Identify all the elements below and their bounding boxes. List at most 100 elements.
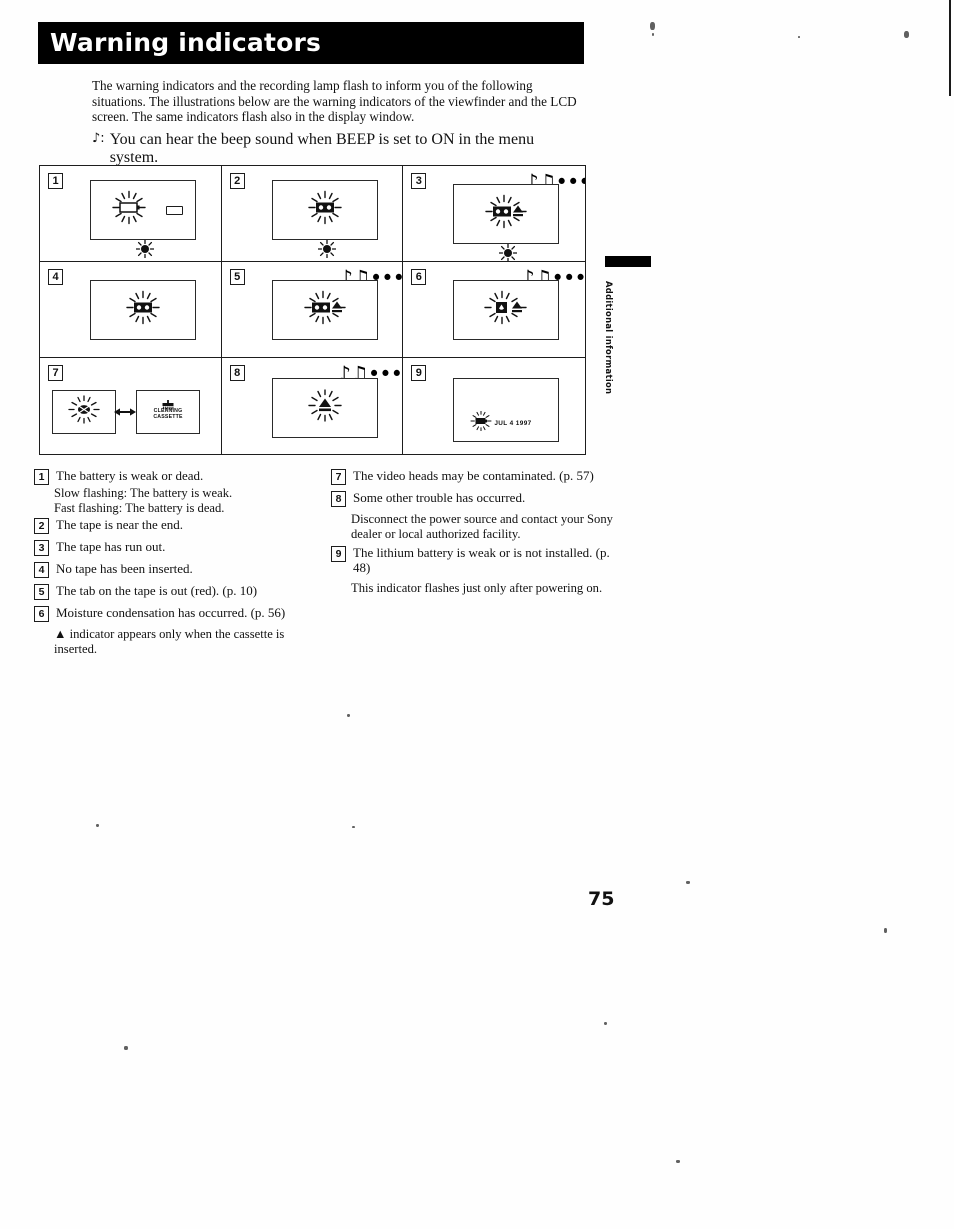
date-display-row: JUL 4 1997 xyxy=(470,410,532,436)
legend-number: 8 xyxy=(331,491,346,507)
scan-speck xyxy=(347,714,350,717)
indicator-cell: 4 xyxy=(40,262,222,358)
date-text: JUL 4 1997 xyxy=(494,420,532,427)
legend-item-9: 9 The lithium battery is weak or is not … xyxy=(331,545,621,576)
cassette-flashing-icon xyxy=(123,290,163,330)
legend-number: 3 xyxy=(34,540,49,556)
scan-edge-artifact xyxy=(949,0,951,96)
legend-text: The battery is weak or dead. xyxy=(56,468,204,483)
legend-item-4: 4 No tape has been inserted. xyxy=(34,561,324,578)
legend-item-9-sub: This indicator flashes just only after p… xyxy=(351,580,603,595)
recording-lamp-icon xyxy=(317,239,337,259)
alternating-arrow-icon xyxy=(114,405,136,417)
cell-number: 5 xyxy=(229,269,245,285)
legend-item-1: 1 The battery is weak or dead. xyxy=(34,468,324,485)
legend-text: Some other trouble has occurred. xyxy=(353,490,526,505)
cell-number: 9 xyxy=(411,365,427,381)
cassette-eject-flashing-icon xyxy=(482,194,530,234)
legend-item-3: 3 The tape has run out. xyxy=(34,539,324,556)
cell-number: 1 xyxy=(48,173,63,189)
scan-speck xyxy=(352,826,355,828)
battery-flashing-icon xyxy=(109,190,149,230)
legend-item-1-sub2: Fast flashing: The battery is dead. xyxy=(54,501,225,515)
intro-paragraph: The warning indicators and the recording… xyxy=(92,78,577,125)
legend-item-8-sub: Disconnect the power source and contact … xyxy=(351,512,613,541)
scan-speck xyxy=(686,881,690,884)
side-tab-label: Additional information xyxy=(604,281,614,395)
legend-text: The tape has run out. xyxy=(56,539,166,554)
indicator-cell: 5 ♪♫••• xyxy=(221,262,404,358)
legend-text: The lithium battery is weak or is not in… xyxy=(353,545,610,576)
page-title: Warning indicators xyxy=(50,27,322,57)
legend-text: The tab on the tape is out (red). (p. 10… xyxy=(56,583,258,598)
video-head-dirty-flashing-icon xyxy=(67,394,101,429)
legend-item-5: 5 The tab on the tape is out (red). (p. … xyxy=(34,583,324,600)
viewfinder-screen xyxy=(90,180,196,240)
indicator-cell: 1 xyxy=(40,166,222,262)
viewfinder-screen xyxy=(271,180,378,240)
legend-number: 6 xyxy=(34,606,49,622)
indicator-cell: 8 ♪♫••• xyxy=(222,358,404,454)
legend-text: Moisture condensation has occurred. (p. … xyxy=(56,605,286,620)
lithium-battery-flashing-icon xyxy=(470,410,492,436)
side-tab-bar xyxy=(605,256,651,267)
warning-indicator-grid: 1 2 3 ♪♫••• 4 5 ♪♫••• 6 ♪♫••• 7 CLEANING… xyxy=(39,165,586,455)
indicator-cell: 6 ♪♫••• xyxy=(403,262,585,358)
viewfinder-screen xyxy=(271,280,378,340)
viewfinder-screen xyxy=(453,280,560,340)
cell-number: 6 xyxy=(411,269,427,285)
page-title-bar: Warning indicators xyxy=(38,22,584,64)
eject-flashing-icon xyxy=(307,388,342,427)
scan-speck xyxy=(676,1160,680,1163)
legend-number: 2 xyxy=(34,518,49,534)
legend-number: 7 xyxy=(331,469,346,485)
scan-speck xyxy=(96,824,99,827)
indicator-cell: 3 ♪♫••• xyxy=(403,166,585,262)
scan-speck xyxy=(124,1046,128,1050)
cell-number: 8 xyxy=(229,365,245,381)
beep-note-line: ♪: You can hear the beep sound when BEEP… xyxy=(92,131,580,167)
legend-number: 4 xyxy=(34,562,49,578)
cassette-eject-flashing-icon xyxy=(301,290,349,330)
scan-speck xyxy=(652,33,654,36)
legend-right-column: 7 The video heads may be contaminated. (… xyxy=(331,468,621,599)
legend-number: 1 xyxy=(34,469,49,485)
viewfinder-screen: JUL 4 1997 xyxy=(453,378,560,442)
legend-item-1-sub1: Slow flashing: The battery is weak. xyxy=(54,486,233,500)
intro-text-block: The warning indicators and the recording… xyxy=(92,78,580,167)
legend-item-6: 6 Moisture condensation has occurred. (p… xyxy=(34,605,324,622)
legend-text: The video heads may be contaminated. (p.… xyxy=(353,468,594,483)
cell-number: 3 xyxy=(411,173,427,189)
recording-lamp-icon xyxy=(135,239,155,259)
viewfinder-screen-right: CLEANING CASSETTE xyxy=(136,390,200,434)
recording-lamp-icon xyxy=(498,243,518,261)
cleaning-cassette-label: CLEANING CASSETTE xyxy=(137,408,199,421)
scan-speck xyxy=(604,1022,607,1025)
legend-item-8: 8 Some other trouble has occurred. xyxy=(331,490,621,507)
scan-speck xyxy=(650,22,655,30)
legend-text: The tape is near the end. xyxy=(56,517,184,532)
scan-speck xyxy=(884,928,887,933)
indicator-cell: 2 xyxy=(221,166,404,262)
legend-item-2: 2 The tape is near the end. xyxy=(34,517,324,534)
beep-note-text: You can hear the beep sound when BEEP is… xyxy=(109,130,535,166)
legend-item-7: 7 The video heads may be contaminated. (… xyxy=(331,468,621,485)
legend-number: 9 xyxy=(331,546,346,562)
indicator-cell: 9 JUL 4 1997 xyxy=(403,358,585,454)
viewfinder-screen xyxy=(271,378,378,438)
cell-number: 2 xyxy=(229,173,245,189)
cassette-flashing-icon xyxy=(305,190,345,230)
indicator-cell: 7 CLEANING CASSETTE xyxy=(40,358,222,454)
cell-number: 7 xyxy=(48,365,63,381)
legend-left-column: 1 The battery is weak or dead. Slow flas… xyxy=(34,468,324,660)
scan-speck xyxy=(904,31,909,38)
scan-speck xyxy=(798,36,800,38)
viewfinder-screen xyxy=(90,280,196,340)
music-note-icon: ♪: xyxy=(92,130,105,146)
cleaning-cassette-line2: CASSETTE xyxy=(153,414,183,421)
page-canvas: Warning indicators The warning indicator… xyxy=(0,0,954,1229)
legend-item-6-sub: ▲ indicator appears only when the casset… xyxy=(54,627,285,656)
legend-text: No tape has been inserted. xyxy=(56,561,193,576)
legend-number: 5 xyxy=(34,584,49,600)
battery-level-icon xyxy=(166,206,183,215)
